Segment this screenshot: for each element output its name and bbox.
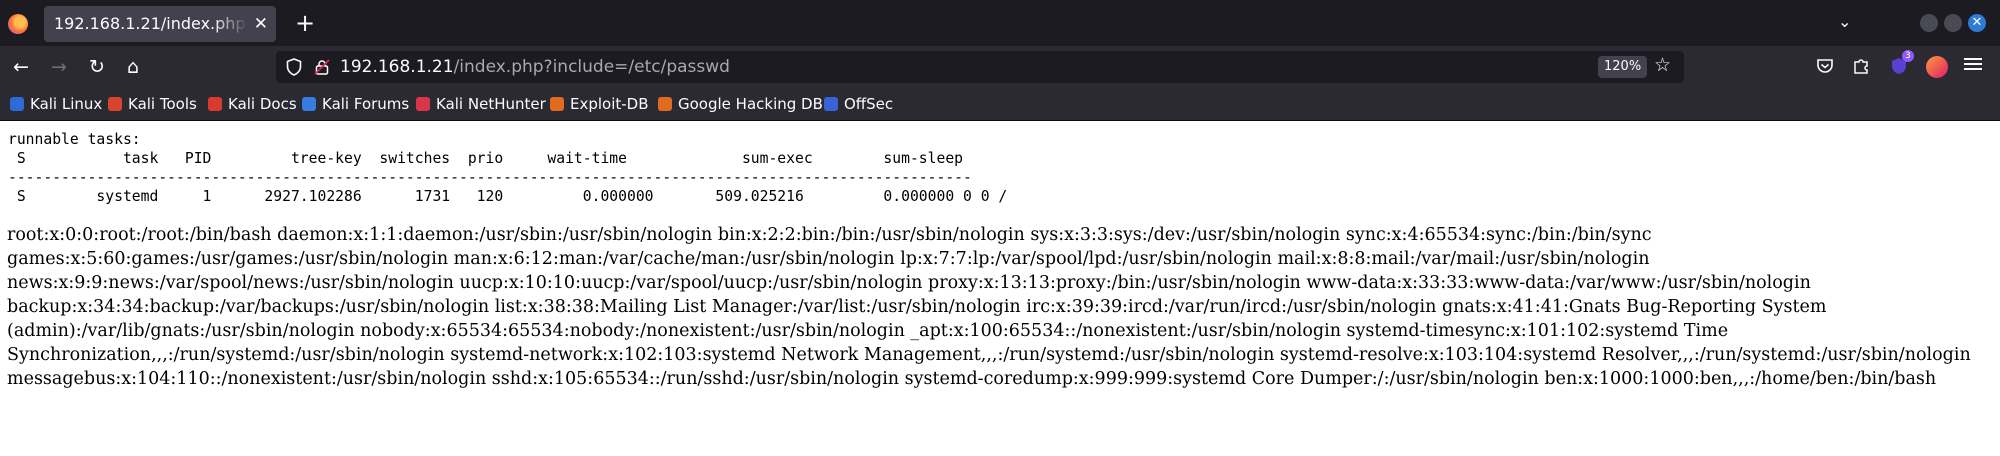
bookmark-label: Kali NetHunter bbox=[436, 95, 546, 113]
bookmark-google-hacking-db[interactable]: Google Hacking DB bbox=[658, 88, 823, 120]
extension-shield-icon[interactable]: 3 bbox=[1888, 50, 1914, 78]
kali-nethunter-icon bbox=[416, 97, 430, 111]
bookmark-kali-forums[interactable]: Kali Forums bbox=[302, 88, 409, 120]
sched-debug-output: runnable tasks: S task PID tree-key swit… bbox=[8, 131, 1008, 205]
bookmark-kali-docs[interactable]: Kali Docs bbox=[208, 88, 297, 120]
bookmark-kali-linux[interactable]: Kali Linux bbox=[10, 88, 102, 120]
back-button[interactable]: ← bbox=[6, 52, 36, 82]
bookmark-exploit-db[interactable]: Exploit-DB bbox=[550, 88, 649, 120]
tab-close-icon[interactable]: ✕ bbox=[254, 6, 268, 42]
bookmark-label: Exploit-DB bbox=[570, 95, 649, 113]
tracking-protection-shield-icon[interactable] bbox=[286, 58, 302, 76]
extensions-puzzle-icon[interactable] bbox=[1850, 56, 1872, 78]
kali-tools-icon bbox=[108, 97, 122, 111]
bookmark-label: OffSec bbox=[844, 95, 894, 113]
zoom-level-button[interactable]: 120% bbox=[1598, 56, 1648, 78]
bookmark-kali-tools[interactable]: Kali Tools bbox=[108, 88, 197, 120]
bookmarks-toolbar: Kali Linux Kali Tools Kali Docs Kali For… bbox=[0, 88, 2000, 121]
google-hacking-db-icon bbox=[658, 97, 672, 111]
bookmark-offsec[interactable]: OffSec bbox=[824, 88, 893, 120]
exploit-db-icon bbox=[550, 97, 564, 111]
navigation-toolbar: ← → ↻ ⌂ 192.168.1.21/index.php?include=/… bbox=[0, 46, 2000, 88]
offsec-icon bbox=[824, 97, 838, 111]
url-path: /index.php?include=/etc/passwd bbox=[453, 57, 730, 77]
page-content: runnable tasks: S task PID tree-key swit… bbox=[0, 121, 2000, 456]
pocket-icon[interactable] bbox=[1814, 56, 1836, 78]
passwd-file-output: root:x:0:0:root:/root:/bin/bash daemon:x… bbox=[7, 225, 1971, 389]
bookmark-label: Google Hacking DB bbox=[678, 95, 823, 113]
bookmark-label: Kali Tools bbox=[128, 95, 197, 113]
bookmark-kali-nethunter[interactable]: Kali NetHunter bbox=[416, 88, 546, 120]
maximize-button[interactable] bbox=[1944, 14, 1962, 32]
new-tab-button[interactable]: + bbox=[290, 8, 320, 38]
list-all-tabs-icon[interactable]: ⌄ bbox=[1838, 12, 1851, 31]
url-host: 192.168.1.21 bbox=[340, 57, 454, 77]
window-close-button[interactable]: ✕ bbox=[1968, 14, 1986, 32]
bookmark-label: Kali Docs bbox=[228, 95, 297, 113]
tab-active[interactable]: 192.168.1.21/index.php?include=/etc/pass… bbox=[44, 6, 276, 42]
tab-title: 192.168.1.21/index.php?include=/etc/pass… bbox=[54, 14, 248, 33]
kali-forums-icon bbox=[302, 97, 316, 111]
url-bar[interactable]: 192.168.1.21/index.php?include=/etc/pass… bbox=[276, 51, 1684, 83]
bookmark-label: Kali Linux bbox=[30, 95, 103, 113]
reload-button[interactable]: ↻ bbox=[82, 52, 112, 82]
kali-linux-icon bbox=[10, 97, 24, 111]
insecure-lock-icon[interactable] bbox=[314, 59, 330, 75]
tab-bar: 192.168.1.21/index.php?include=/etc/pass… bbox=[0, 0, 2000, 46]
firefox-logo-icon[interactable] bbox=[8, 14, 28, 34]
extension-badge: 3 bbox=[1902, 50, 1914, 62]
forward-button[interactable]: → bbox=[44, 52, 74, 82]
hamburger-menu-icon[interactable] bbox=[1962, 56, 1984, 78]
bookmark-label: Kali Forums bbox=[322, 95, 410, 113]
kali-docs-icon bbox=[208, 97, 222, 111]
url-text[interactable]: 192.168.1.21/index.php?include=/etc/pass… bbox=[340, 51, 730, 83]
home-button[interactable]: ⌂ bbox=[118, 52, 148, 82]
bookmark-star-icon[interactable]: ☆ bbox=[1654, 54, 1671, 76]
account-avatar-icon[interactable] bbox=[1926, 56, 1948, 78]
minimize-button[interactable] bbox=[1920, 14, 1938, 32]
